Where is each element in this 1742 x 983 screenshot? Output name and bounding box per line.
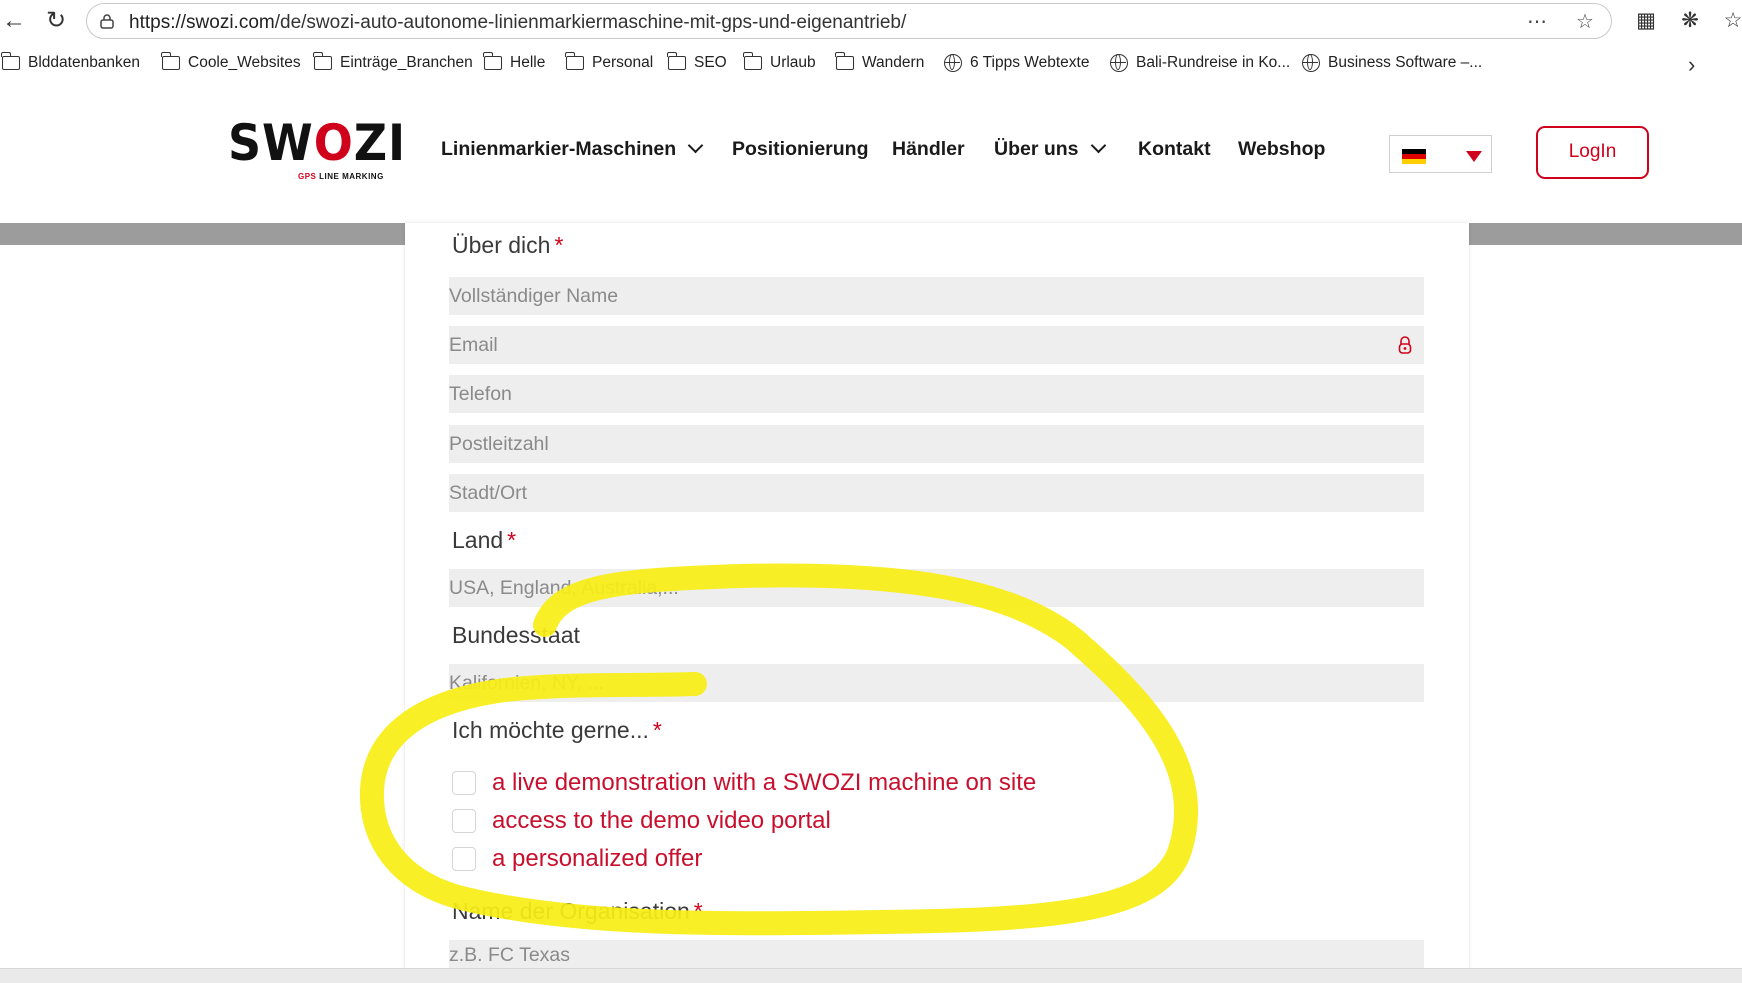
bookmark-item[interactable]: SEO xyxy=(667,52,727,74)
globe-icon xyxy=(944,54,962,72)
folder-icon xyxy=(667,52,686,70)
de-flag-icon xyxy=(1402,149,1426,164)
bookmark-label: Wandern xyxy=(862,54,925,71)
reader-more-icon[interactable]: ⋯ xyxy=(1525,10,1549,34)
org-label: Name der Organisation * xyxy=(452,898,703,924)
favorite-star-icon[interactable]: ☆ xyxy=(1573,10,1597,34)
folder-icon xyxy=(743,52,762,70)
logo-wordmark: SWOZI xyxy=(228,114,407,172)
bookmark-label: Einträge_Branchen xyxy=(340,54,473,71)
bookmark-label: Coole_Websites xyxy=(188,54,301,71)
option-live-demo[interactable]: a live demonstration with a SWOZI machin… xyxy=(452,768,1036,798)
folder-icon xyxy=(565,52,584,70)
phone-field[interactable] xyxy=(449,375,1424,413)
nav-item-webshop[interactable]: Webshop xyxy=(1238,138,1325,161)
bookmark-label: 6 Tipps Webtexte xyxy=(970,54,1090,71)
folder-icon xyxy=(835,52,854,70)
email-input[interactable] xyxy=(449,326,1424,364)
state-input[interactable] xyxy=(449,664,1424,702)
extensions-puzzle-icon[interactable]: ❋ xyxy=(1677,8,1703,34)
bookmark-item[interactable]: Einträge_Branchen xyxy=(313,52,473,74)
bookmark-item[interactable]: Bali-Rundreise in Ko... xyxy=(1110,52,1290,74)
org-input[interactable] xyxy=(449,940,1424,970)
nav-item-ueber-uns[interactable]: Über uns xyxy=(994,137,1106,161)
extension-block-icon[interactable]: ▦ xyxy=(1633,8,1659,34)
bookmark-label: Bali-Rundreise in Ko... xyxy=(1136,54,1291,71)
bookmark-item[interactable]: Wandern xyxy=(835,52,925,74)
site-header: SWOZI GPS LINE MARKING Linienmarkier-Mas… xyxy=(0,84,1742,223)
favorites-star-icon[interactable]: ☆ xyxy=(1720,8,1742,34)
bookmark-label: Blddatenbanken xyxy=(28,54,141,71)
city-input[interactable] xyxy=(449,474,1424,512)
reload-icon[interactable]: ↻ xyxy=(42,8,70,34)
checkbox[interactable] xyxy=(452,771,476,795)
browser-bottom-edge xyxy=(0,968,1742,983)
state-field[interactable] xyxy=(449,664,1424,702)
password-manager-icon[interactable] xyxy=(1398,335,1412,355)
country-field[interactable] xyxy=(449,569,1424,607)
option-video-portal[interactable]: access to the demo video portal xyxy=(452,806,831,836)
bookmark-item[interactable]: Coole_Websites xyxy=(161,52,301,74)
zip-input[interactable] xyxy=(449,425,1424,463)
chevron-down-icon xyxy=(1090,137,1106,154)
folder-icon xyxy=(1,52,20,70)
full-name-field[interactable] xyxy=(449,277,1424,315)
country-label: Land * xyxy=(452,527,517,553)
bookmark-label: Helle xyxy=(510,54,546,71)
bookmark-item[interactable]: Urlaub xyxy=(743,52,816,74)
bookmark-item[interactable]: 6 Tipps Webtexte xyxy=(944,52,1089,74)
bookmark-label: SEO xyxy=(694,54,727,71)
chevron-right-icon[interactable]: › xyxy=(1688,52,1695,78)
bookmark-item[interactable]: Personal xyxy=(565,52,654,74)
country-input[interactable] xyxy=(449,569,1424,607)
chevron-down-icon xyxy=(687,137,704,154)
email-field[interactable] xyxy=(449,326,1424,364)
checkbox[interactable] xyxy=(452,847,476,871)
bookmark-label: Urlaub xyxy=(770,54,816,71)
checkbox[interactable] xyxy=(452,809,476,833)
folder-icon xyxy=(313,52,332,70)
zip-field[interactable] xyxy=(449,425,1424,463)
caret-down-icon xyxy=(1466,151,1482,162)
option-label[interactable]: a live demonstration with a SWOZI machin… xyxy=(492,769,1036,797)
site-info-icon[interactable] xyxy=(99,13,115,29)
bookmark-item[interactable]: Business Software –... xyxy=(1302,52,1482,74)
nav-item-linienmarkier-maschinen[interactable]: Linienmarkier-Maschinen xyxy=(441,137,704,161)
wish-label: Ich möchte gerne... * xyxy=(452,717,662,743)
address-bar[interactable]: https://swozi.com/de/swozi-auto-autonome… xyxy=(86,3,1612,39)
city-field[interactable] xyxy=(449,474,1424,512)
option-personalized-offer[interactable]: a personalized offer xyxy=(452,844,702,874)
login-button[interactable]: LogIn xyxy=(1536,126,1649,179)
bookmark-label: Personal xyxy=(592,54,654,71)
globe-icon xyxy=(1110,54,1128,72)
globe-icon xyxy=(1302,54,1320,72)
nav-item-positionierung[interactable]: Positionierung xyxy=(732,138,869,161)
bookmarks-bar: Blddatenbanken Coole_Websites Einträge_B… xyxy=(0,42,1742,84)
logo-tagline: GPS LINE MARKING xyxy=(298,172,384,181)
about-label: Über dich * xyxy=(452,232,564,258)
folder-icon xyxy=(483,52,502,70)
full-name-input[interactable] xyxy=(449,277,1424,315)
nav-item-haendler[interactable]: Händler xyxy=(892,138,965,161)
bookmark-item[interactable]: Helle xyxy=(483,52,546,74)
option-label[interactable]: a personalized offer xyxy=(492,845,702,873)
bookmark-label: Business Software –... xyxy=(1328,54,1483,71)
phone-input[interactable] xyxy=(449,375,1424,413)
option-label[interactable]: access to the demo video portal xyxy=(492,807,831,835)
org-field[interactable] xyxy=(449,940,1424,970)
back-arrow-icon[interactable]: ← xyxy=(0,8,28,34)
folder-icon xyxy=(161,52,180,70)
browser-toolbar: ← ↻ https://swozi.com/de/swozi-auto-auto… xyxy=(0,0,1742,42)
swozi-logo[interactable]: SWOZI GPS LINE MARKING xyxy=(228,106,405,186)
language-selector[interactable] xyxy=(1389,135,1492,173)
url-text: https://swozi.com/de/swozi-auto-autonome… xyxy=(129,12,907,33)
bookmark-item[interactable]: Blddatenbanken xyxy=(1,52,141,74)
nav-item-kontakt[interactable]: Kontakt xyxy=(1138,138,1211,161)
state-label: Bundesstaat xyxy=(452,622,580,648)
